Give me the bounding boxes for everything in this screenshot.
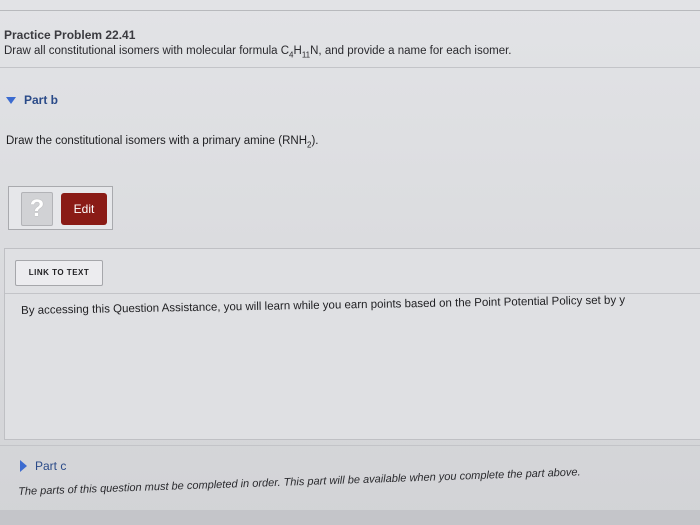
part-b-label: Part b <box>24 93 59 107</box>
prompt-sub-h: 11 <box>301 50 311 60</box>
triangle-down-icon <box>6 96 16 104</box>
help-button[interactable]: ? <box>21 192 53 226</box>
edit-button[interactable]: Edit <box>61 193 107 225</box>
section-divider <box>0 67 700 68</box>
prompt-text-end: N, and provide a name for each isomer. <box>310 45 512 57</box>
assistance-divider <box>5 293 700 294</box>
prompt-text-start: Draw all constitutional isomers with mol… <box>4 45 290 57</box>
prompt-h: H <box>293 45 302 57</box>
assistance-text: By accessing this Question Assistance, y… <box>21 294 626 317</box>
part-c-divider <box>0 445 700 446</box>
problem-prompt: Draw all constitutional isomers with mol… <box>4 45 511 59</box>
part-c-note: The parts of this question must be compl… <box>18 466 581 498</box>
problem-title: Practice Problem 22.41 <box>4 28 136 42</box>
part-c-toggle[interactable]: Part c <box>20 459 66 473</box>
screen: Practice Problem 22.41 Draw all constitu… <box>0 0 700 525</box>
question-assistance-panel: LINK TO TEXT By accessing this Question … <box>4 248 700 440</box>
triangle-right-icon <box>20 460 27 472</box>
part-b-toggle[interactable]: Part b <box>6 93 58 107</box>
bottom-edge <box>0 510 700 525</box>
link-to-text-button[interactable]: LINK TO TEXT <box>15 260 103 286</box>
top-divider <box>0 10 700 11</box>
instruction-text-start: Draw the constitutional isomers with a p… <box>6 135 308 147</box>
answer-tool-box: ? Edit <box>8 186 113 230</box>
part-b-instruction: Draw the constitutional isomers with a p… <box>6 135 319 149</box>
part-c-label: Part c <box>35 459 67 473</box>
instruction-text-end: ). <box>311 135 319 147</box>
